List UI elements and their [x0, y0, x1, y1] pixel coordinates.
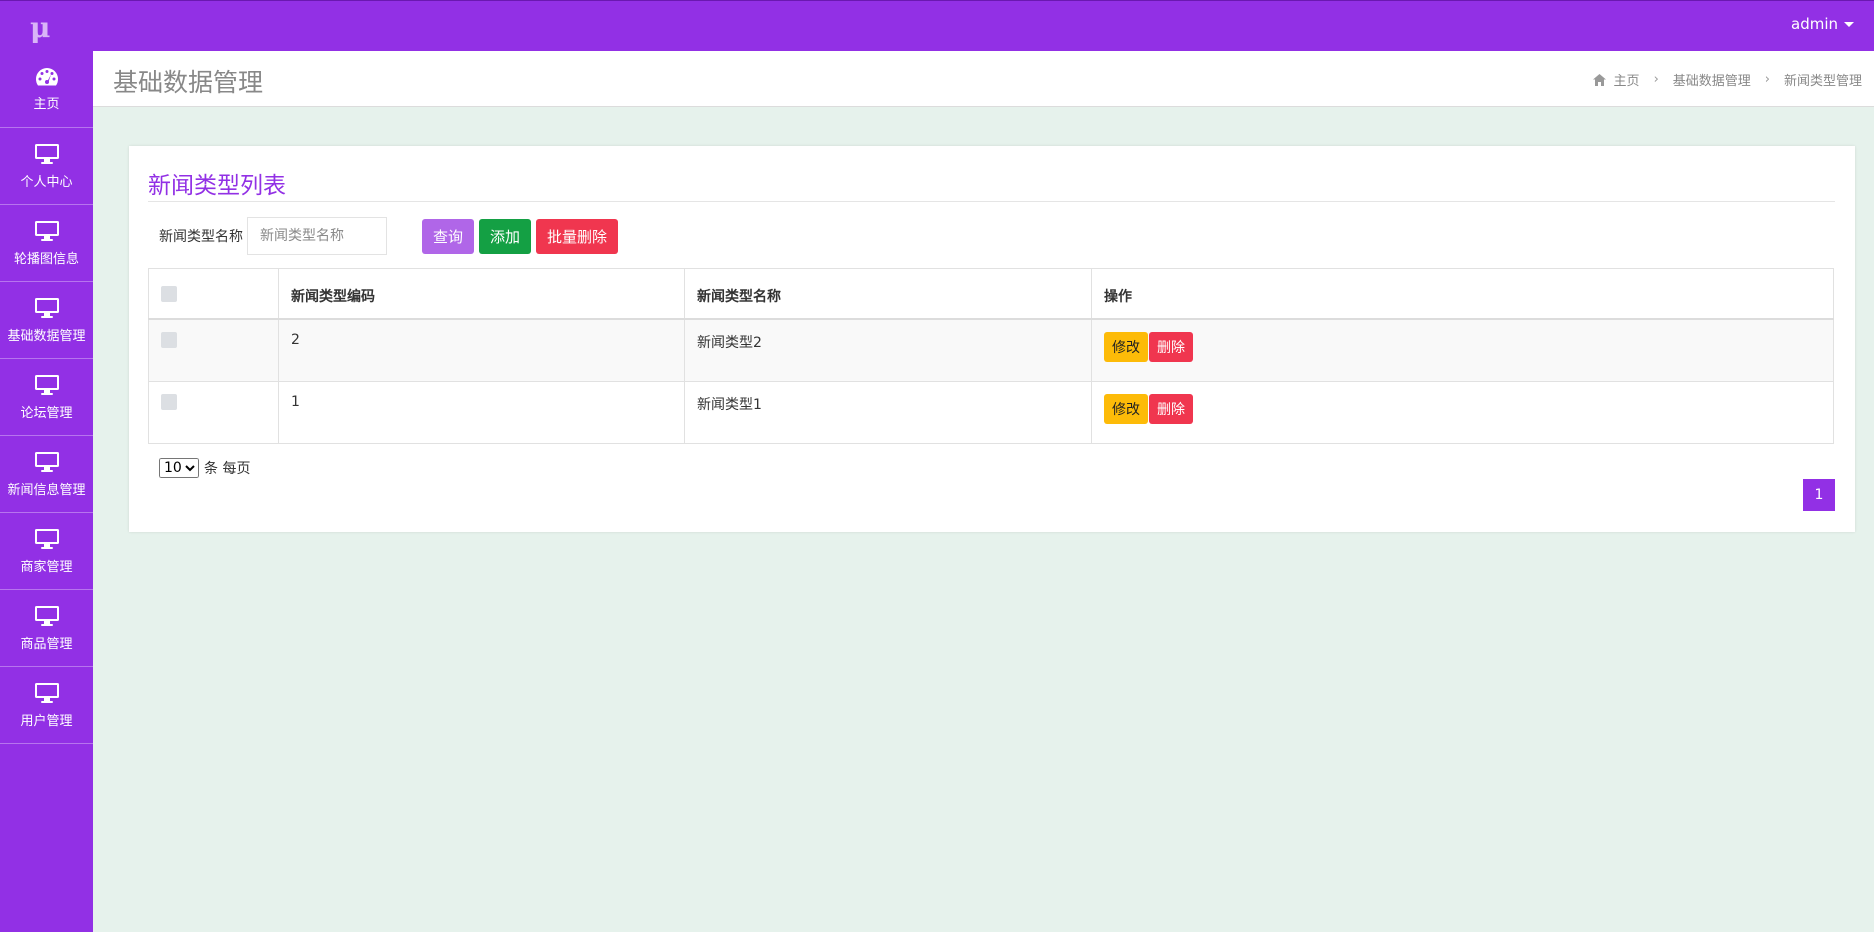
monitor-icon	[34, 528, 60, 550]
sidebar-item-4[interactable]: 论坛管理	[0, 359, 93, 436]
top-bar: μ admin	[0, 0, 1874, 51]
sidebar-item-2[interactable]: 轮播图信息	[0, 205, 93, 282]
chevron-right-icon: ›	[1764, 72, 1770, 87]
sidebar-item-7[interactable]: 商品管理	[0, 590, 93, 667]
page-size-suffix: 条 每页	[204, 461, 251, 477]
caret-down-icon	[1844, 21, 1854, 27]
sidebar-item-8[interactable]: 用户管理	[0, 667, 93, 744]
edit-button[interactable]: 修改	[1104, 332, 1148, 362]
table-row: 2 新闻类型2 修改 删除	[148, 318, 1834, 382]
user-menu[interactable]: admin	[1791, 15, 1854, 33]
sidebar-item-0[interactable]: 主页	[0, 51, 93, 128]
user-name: admin	[1791, 15, 1838, 33]
sidebar-item-label: 商品管理	[20, 636, 73, 652]
monitor-icon	[34, 682, 60, 704]
select-all-checkbox[interactable]	[161, 286, 177, 302]
sidebar-item-6[interactable]: 商家管理	[0, 513, 93, 590]
monitor-icon	[34, 297, 60, 319]
sidebar-item-label: 主页	[33, 96, 60, 112]
cell-code: 1	[278, 380, 685, 444]
add-button[interactable]: 添加	[479, 218, 532, 254]
card-divider	[148, 201, 1835, 202]
row-checkbox[interactable]	[161, 393, 177, 410]
sidebar-item-label: 新闻信息管理	[7, 482, 86, 498]
sidebar-item-label: 轮播图信息	[13, 251, 79, 267]
sidebar-item-label: 用户管理	[20, 713, 73, 729]
header-name[interactable]: 新闻类型名称	[684, 268, 1092, 320]
cell-actions: 修改 删除	[1091, 318, 1834, 382]
monitor-icon	[34, 374, 60, 396]
cell-name: 新闻类型1	[684, 380, 1092, 444]
search-label: 新闻类型名称	[159, 229, 243, 245]
search-bar: 新闻类型名称 查询 添加 批量删除	[159, 217, 619, 255]
monitor-icon	[34, 220, 60, 242]
query-button[interactable]: 查询	[422, 218, 475, 254]
cell-actions: 修改 删除	[1091, 380, 1834, 444]
sidebar-item-label: 基础数据管理	[7, 328, 86, 344]
table-row: 1 新闻类型1 修改 删除	[148, 380, 1834, 444]
batch-delete-button[interactable]: 批量删除	[536, 218, 619, 254]
sidebar-item-label: 论坛管理	[20, 405, 73, 421]
header-select-all	[148, 268, 279, 320]
page-size-select[interactable]: 10	[159, 458, 199, 478]
cell-name: 新闻类型2	[684, 318, 1092, 382]
row-select-cell	[148, 318, 279, 382]
cell-code: 2	[278, 318, 685, 382]
breadcrumb-current: 新闻类型管理	[1783, 74, 1862, 89]
page-header: 基础数据管理 主页 › 基础数据管理 › 新闻类型管理	[93, 51, 1874, 107]
dashboard-icon	[35, 67, 59, 87]
sidebar-item-5[interactable]: 新闻信息管理	[0, 436, 93, 513]
table-header-row: 新闻类型编码 新闻类型名称 操作	[148, 268, 1834, 320]
breadcrumb-home[interactable]: 主页	[1614, 70, 1640, 89]
search-input[interactable]	[247, 217, 387, 255]
monitor-icon	[34, 451, 60, 473]
page-title: 基础数据管理	[113, 68, 264, 97]
sidebar-item-3[interactable]: 基础数据管理	[0, 282, 93, 359]
header-actions: 操作	[1091, 268, 1834, 320]
sidebar-item-1[interactable]: 个人中心	[0, 128, 93, 205]
breadcrumb-section[interactable]: 基础数据管理	[1673, 70, 1751, 89]
edit-button[interactable]: 修改	[1104, 393, 1148, 424]
delete-button[interactable]: 删除	[1149, 332, 1193, 362]
sidebar-item-label: 个人中心	[20, 174, 73, 190]
app-logo[interactable]: μ	[30, 11, 51, 44]
monitor-icon	[34, 143, 60, 165]
list-card: 新闻类型列表 新闻类型名称 查询 添加 批量删除 新闻类型编码 新闻类型名称 操…	[129, 146, 1855, 532]
sidebar: 主页个人中心轮播图信息基础数据管理 论坛管理新闻信息管理 商家管理商品管理用户管理	[0, 51, 93, 932]
data-table: 新闻类型编码 新闻类型名称 操作 2 新闻类型2 修改 删除 1 新闻类型1 修改 删除	[148, 268, 1834, 444]
page-size-control: 10 条 每页	[159, 458, 250, 478]
card-title: 新闻类型列表	[148, 173, 286, 199]
chevron-right-icon: ›	[1653, 72, 1659, 87]
breadcrumb: 主页 › 基础数据管理 › 新闻类型管理	[1592, 70, 1862, 89]
pagination-page-1[interactable]: 1	[1803, 479, 1835, 511]
delete-button[interactable]: 删除	[1149, 393, 1193, 424]
sidebar-item-label: 商家管理	[20, 559, 73, 575]
home-icon	[1592, 73, 1606, 86]
row-checkbox[interactable]	[161, 332, 177, 348]
monitor-icon	[34, 605, 60, 627]
header-code[interactable]: 新闻类型编码	[278, 268, 685, 320]
row-select-cell	[148, 380, 279, 444]
